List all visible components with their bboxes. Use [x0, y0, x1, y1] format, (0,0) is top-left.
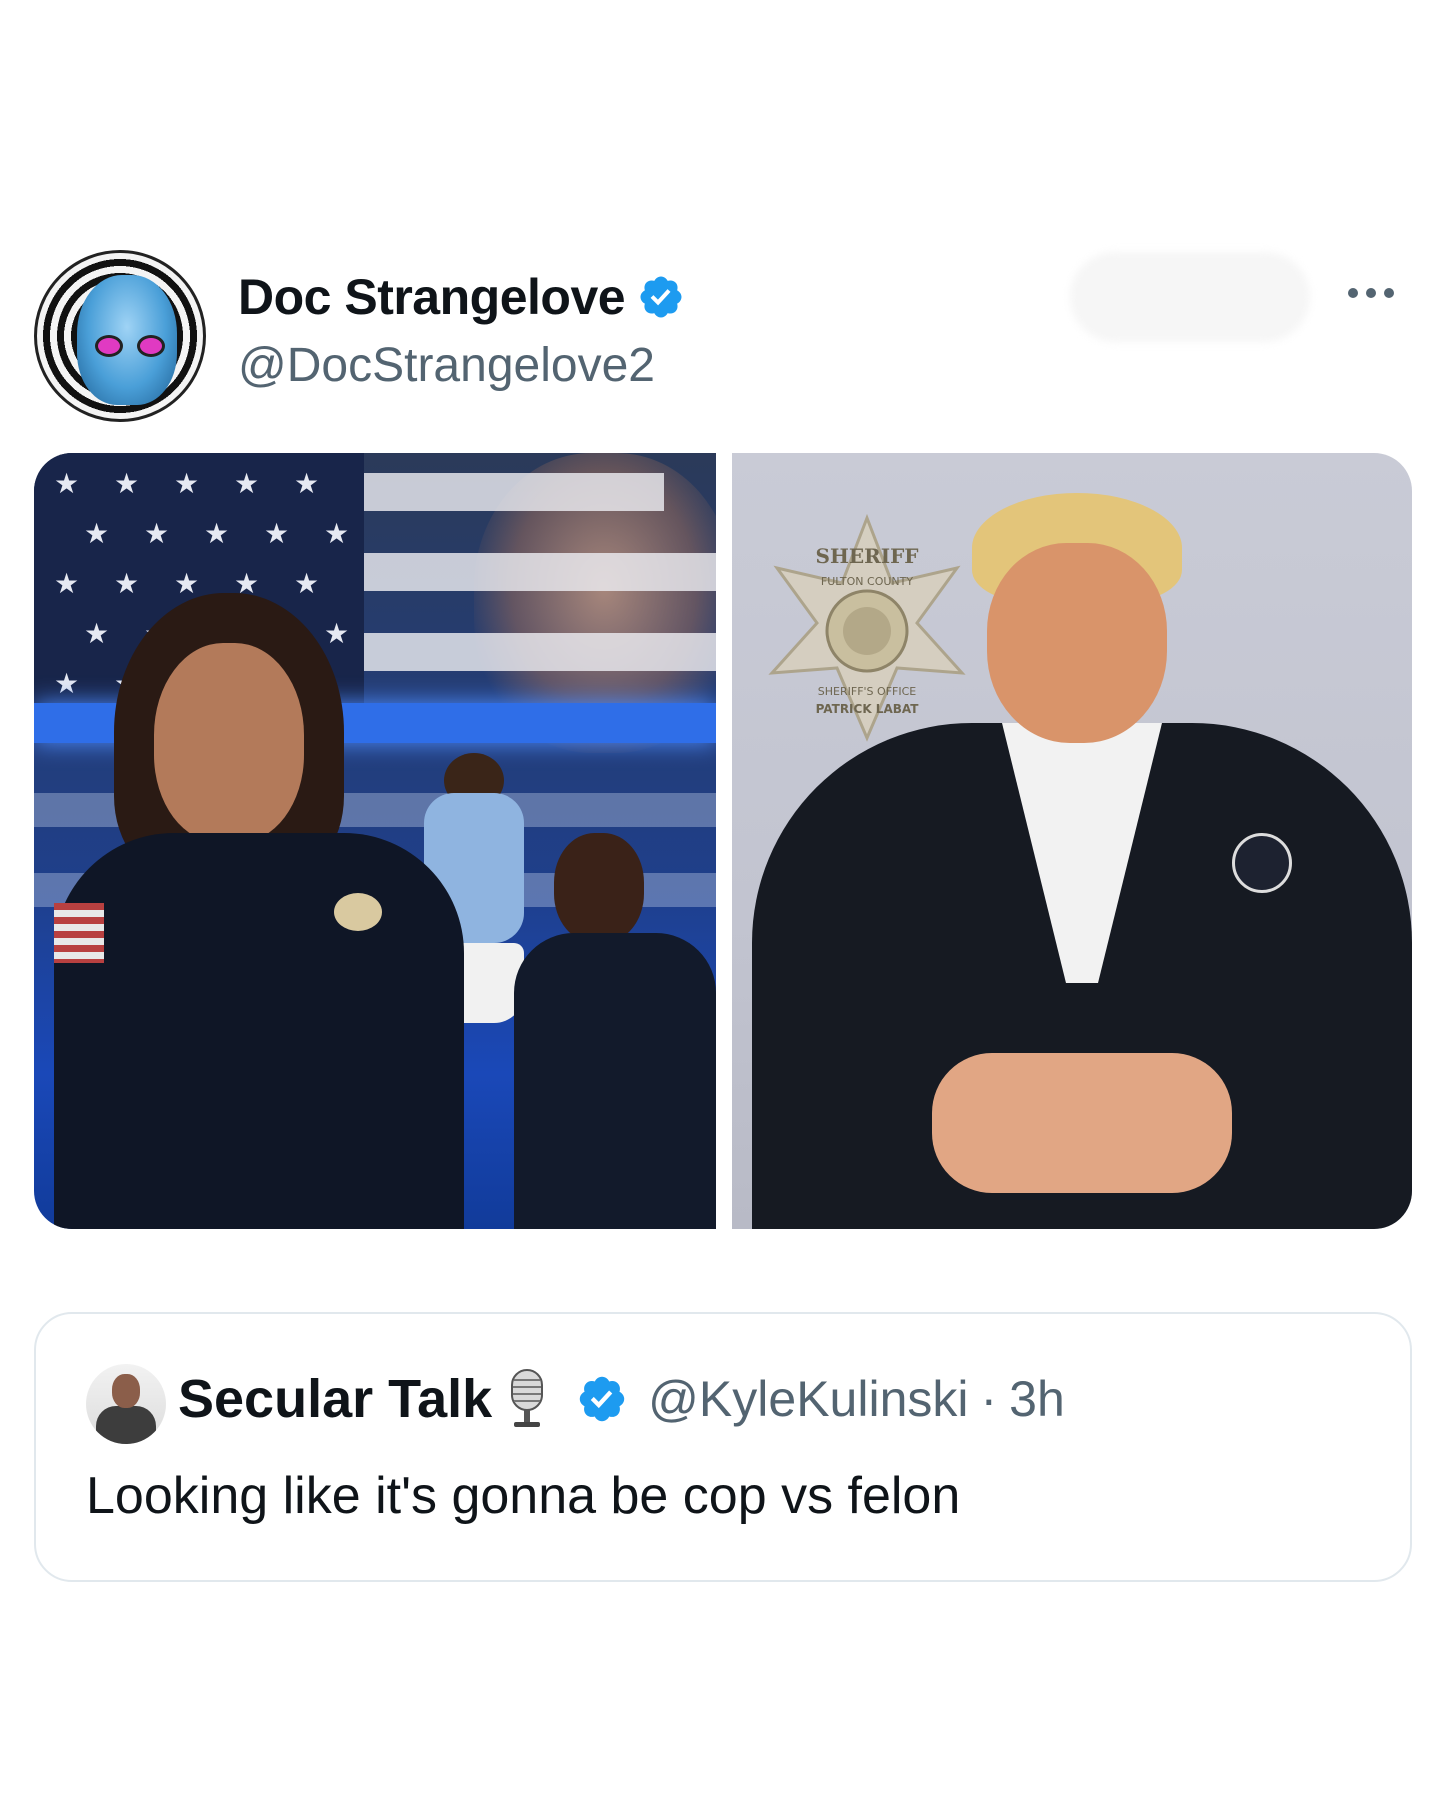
verified-badge-icon[interactable] — [637, 273, 685, 321]
tweet: Doc Strangelove @DocStrangelove2 ★ ★ ★ ★ ★ ★… — [0, 0, 1440, 1799]
author-name-row: Doc Strangelove — [238, 268, 685, 326]
author-display-name[interactable]: Doc Strangelove — [238, 268, 626, 326]
verified-badge-icon[interactable] — [576, 1373, 628, 1425]
svg-text:★: ★ — [114, 467, 139, 500]
svg-text:★: ★ — [294, 467, 319, 500]
svg-text:★: ★ — [144, 517, 169, 550]
standing-officer-figure — [54, 593, 464, 1229]
quoted-author-handle[interactable]: @KyleKulinski — [648, 1370, 968, 1428]
svg-text:★: ★ — [324, 517, 349, 550]
media-grid: ★★★★★ ★★★★★ ★★★★★ ★★★★★ ★★★★★ — [34, 453, 1412, 1229]
microphone-icon — [511, 1369, 544, 1427]
meta-separator: · — [980, 1371, 998, 1427]
quoted-author-row: Secular Talk @KyleKulinski · 3h — [178, 1368, 1065, 1430]
svg-text:★: ★ — [204, 517, 229, 550]
mugshot-figure — [752, 493, 1412, 1229]
jacket-seal-icon — [1232, 833, 1292, 893]
kneeling-officer-figure — [504, 833, 716, 1229]
svg-text:★: ★ — [174, 467, 199, 500]
photo-sheriff-mugshot[interactable]: SHERIFF FULTON COUNTY SHERIFF'S OFFICE P… — [732, 453, 1412, 1229]
svg-text:★: ★ — [54, 467, 79, 500]
photo-officer-composite[interactable]: ★★★★★ ★★★★★ ★★★★★ ★★★★★ ★★★★★ — [34, 453, 716, 1229]
author-avatar[interactable] — [34, 250, 206, 422]
avatar-glasses — [95, 335, 165, 357]
quoted-author-avatar[interactable] — [86, 1364, 166, 1444]
author-handle[interactable]: @DocStrangelove2 — [238, 338, 655, 393]
quoted-tweet-card[interactable]: Secular Talk @KyleKulinski · 3h Looking … — [34, 1312, 1412, 1582]
svg-text:★: ★ — [234, 467, 259, 500]
svg-text:★: ★ — [84, 517, 109, 550]
quoted-tweet-text: Looking like it's gonna be cop vs felon — [86, 1467, 961, 1525]
svg-text:★: ★ — [264, 517, 289, 550]
flag-patch-icon — [54, 903, 104, 963]
follow-button-blurred[interactable] — [1070, 252, 1310, 342]
more-horizontal-icon[interactable] — [1348, 288, 1394, 298]
police-badge-icon — [334, 893, 382, 931]
quoted-author-display-name[interactable]: Secular Talk — [178, 1368, 492, 1430]
flag-stripe — [364, 553, 716, 591]
flag-stripe — [364, 473, 664, 511]
quoted-timestamp[interactable]: 3h — [1009, 1370, 1065, 1428]
